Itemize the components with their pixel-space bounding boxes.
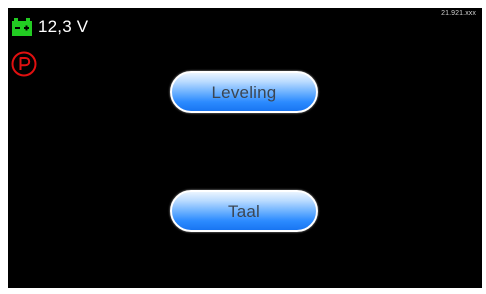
language-button-label: Taal bbox=[228, 201, 260, 221]
leveling-button-label: Leveling bbox=[211, 82, 277, 102]
leveling-button[interactable]: Leveling bbox=[170, 71, 318, 113]
parking-brake-icon bbox=[11, 51, 37, 77]
battery-voltage: 12,3 V bbox=[38, 17, 89, 36]
battery-status: 12,3 V bbox=[12, 18, 88, 36]
display-screen: 12,3 V 21.921.xxx Leveling Taal bbox=[8, 8, 482, 288]
language-button[interactable]: Taal bbox=[170, 190, 318, 232]
software-version: 21.921.xxx bbox=[441, 10, 476, 17]
battery-icon bbox=[12, 18, 32, 36]
